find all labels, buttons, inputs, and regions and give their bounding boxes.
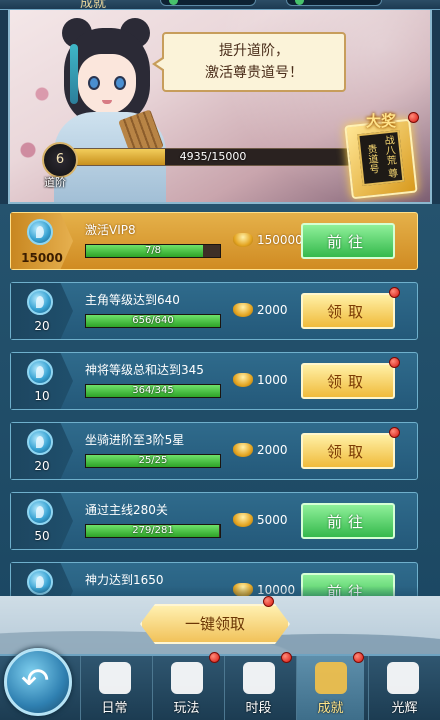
row-progress-text: 25/25 <box>138 455 168 466</box>
gold-ingot-icon <box>233 513 253 527</box>
row-reward-quantity: 15000 <box>21 251 63 265</box>
tab-notification-dot <box>209 652 220 663</box>
row-reward-quantity: 20 <box>34 459 50 473</box>
level-badge: 6 <box>42 142 78 178</box>
spirit-coin-icon <box>27 359 53 385</box>
tab-5[interactable]: 光辉 <box>368 656 440 720</box>
row-title: 主角等级达到640 <box>85 293 180 307</box>
resource-value-2: 884797 <box>309 0 347 3</box>
spirit-coin-icon <box>27 499 53 525</box>
tab-notification-dot <box>281 652 292 663</box>
row-notification-dot <box>389 357 400 368</box>
row-progress-bar: 279/281 <box>85 524 221 538</box>
claim-all-notification-dot <box>263 596 274 607</box>
achievement-row: 20 主角等级达到640 656/640 2000 领取 <box>10 282 418 340</box>
clock-calendar-icon <box>243 662 275 694</box>
tab-label: 时段 <box>245 701 272 716</box>
coin-icon <box>295 0 304 5</box>
resource-pill-1: 3672 <box>160 0 256 6</box>
tab-1[interactable]: 日常 <box>80 656 148 720</box>
tab-label: 光辉 <box>391 701 418 716</box>
back-arrow-icon: ↶ <box>21 661 50 701</box>
gold-ingot-icon <box>233 373 253 387</box>
row-notification-dot <box>389 427 400 438</box>
achievement-row: 15000 激活VIP8 7/8 150000 前往 <box>10 212 418 270</box>
achievement-row: 20 坐骑进阶至3阶5星 25/25 2000 领取 <box>10 422 418 480</box>
calendar-icon <box>99 662 131 694</box>
row-title: 神将等级总和达到345 <box>85 363 204 377</box>
row-reward-quantity: 20 <box>34 319 50 333</box>
claim-all-button[interactable]: 一键领取 <box>140 604 290 644</box>
gold-ingot-icon <box>233 233 253 247</box>
achievement-row: 50 通过主线280关 279/281 5000 前往 <box>10 492 418 550</box>
ribbon-icon <box>315 662 347 694</box>
row-reward-quantity: 10 <box>34 389 50 403</box>
row-progress-text: 279/281 <box>132 525 174 536</box>
row-gold-reward: 150000 <box>257 233 303 247</box>
row-title: 坐骑进阶至3阶5星 <box>85 433 185 447</box>
gold-ingot-icon <box>233 443 253 457</box>
back-button[interactable]: ↶ <box>4 648 72 716</box>
row-gold-reward: 5000 <box>257 513 288 527</box>
row-action-button[interactable]: 前往 <box>301 223 395 259</box>
prize-card-text: 战八荒 尊贵道号 <box>357 129 405 187</box>
row-title: 激活VIP8 <box>85 223 136 237</box>
speech-line-1: 提升道阶， <box>219 43 289 59</box>
row-progress-bar: 7/8 <box>85 244 221 258</box>
row-action-button[interactable]: 领取 <box>301 433 395 469</box>
row-reward-quantity: 50 <box>34 529 50 543</box>
level-label: 道阶 <box>44 176 66 189</box>
spirit-coin-icon <box>27 429 53 455</box>
row-action-button[interactable]: 领取 <box>301 293 395 329</box>
tab-notification-dot <box>353 652 364 663</box>
tab-4[interactable]: 成就 <box>296 652 364 720</box>
spirit-coin-icon <box>27 289 53 315</box>
row-progress-bar: 656/640 <box>85 314 221 328</box>
flag-icon <box>171 662 203 694</box>
tab-label: 成就 <box>317 701 344 716</box>
level-progress-bar: 4935/15000 <box>72 148 354 166</box>
grand-prize-label: 大奖 <box>366 112 397 130</box>
top-status-strip: 成就 3672 884797 <box>0 0 440 11</box>
resource-pill-2: 884797 <box>286 0 382 6</box>
tab-2[interactable]: 玩法 <box>152 652 220 720</box>
speech-line-2: 激活尊贵道号！ <box>205 65 303 81</box>
row-action-button[interactable]: 前往 <box>301 503 395 539</box>
row-progress-text: 364/345 <box>132 385 174 396</box>
row-progress-text: 656/640 <box>132 315 174 326</box>
row-progress-bar: 25/25 <box>85 454 221 468</box>
gem-icon <box>169 0 178 5</box>
row-gold-reward: 2000 <box>257 303 288 317</box>
row-gold-reward: 1000 <box>257 373 288 387</box>
row-title: 通过主线280关 <box>85 503 168 517</box>
prize-notification-dot <box>408 112 419 123</box>
achievement-banner: 提升道阶， 激活尊贵道号！ 4935/15000 6 道阶 战八荒 尊贵道号 大… <box>8 10 432 204</box>
tab-label: 日常 <box>101 701 128 716</box>
level-progress-text: 4935/15000 <box>179 150 247 163</box>
speech-bubble: 提升道阶， 激活尊贵道号！ <box>152 32 346 92</box>
row-gold-reward: 2000 <box>257 443 288 457</box>
gold-ingot-icon <box>233 303 253 317</box>
resource-value-1: 3672 <box>183 0 208 3</box>
achievement-row: 10 神将等级总和达到345 364/345 1000 领取 <box>10 352 418 410</box>
spirit-coin-icon <box>27 219 53 245</box>
tab-label: 玩法 <box>173 701 200 716</box>
row-notification-dot <box>389 287 400 298</box>
row-progress-bar: 364/345 <box>85 384 221 398</box>
row-progress-text: 7/8 <box>144 245 162 256</box>
sword-icon <box>387 662 419 694</box>
row-action-button[interactable]: 领取 <box>301 363 395 399</box>
tab-3[interactable]: 时段 <box>224 652 292 720</box>
